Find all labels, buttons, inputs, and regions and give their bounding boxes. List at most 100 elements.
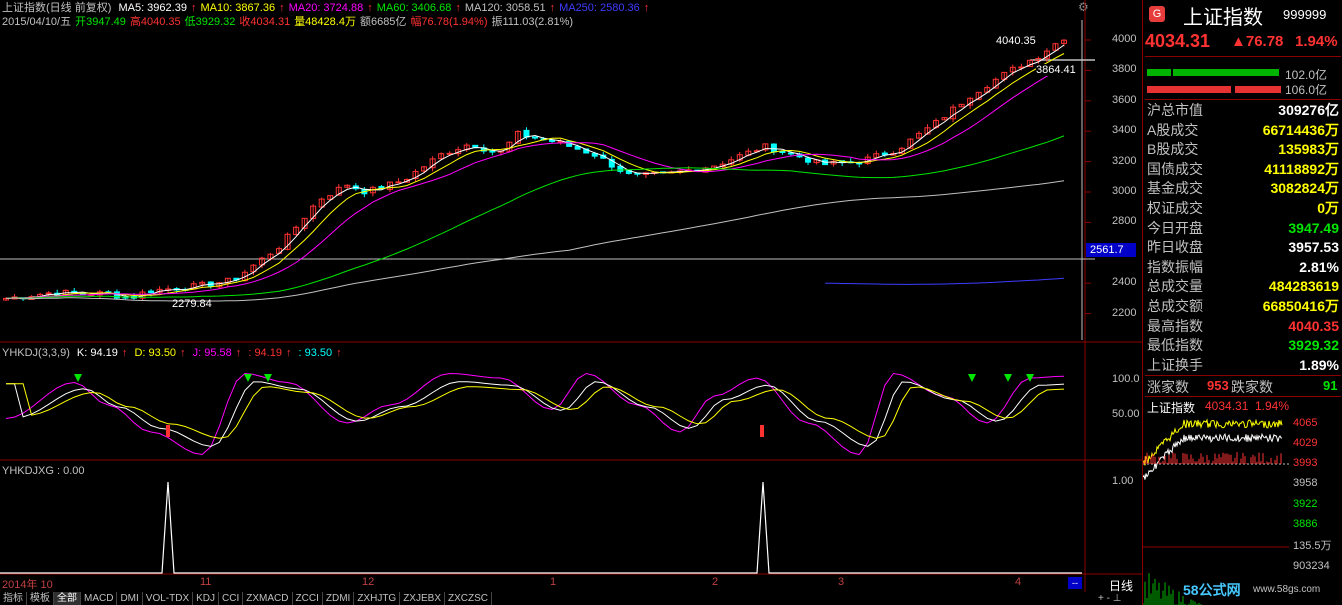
date-tick-1: 11: [200, 576, 212, 588]
tab-模板[interactable]: 模板: [27, 592, 54, 605]
mini-axis-tick: 4029: [1293, 437, 1318, 449]
scroll-end-button[interactable]: --: [1068, 577, 1082, 589]
volume-bar-red-b: [1235, 86, 1281, 93]
logo-icon: G: [1149, 6, 1165, 22]
date-tick-0: 2014年 10: [2, 579, 53, 591]
quote-row: 基金成交 3082824万: [1143, 179, 1342, 198]
quote-row-value: 3947.49: [1288, 219, 1339, 236]
bar2-value: 106.0亿: [1285, 83, 1328, 97]
volume-bar-green-b: [1173, 69, 1279, 76]
candle-body: [395, 181, 402, 184]
tab-zxczsc[interactable]: ZXCZSC: [445, 592, 492, 605]
tab-指标[interactable]: 指标: [0, 592, 27, 605]
quote-row-value: 3957.53: [1288, 239, 1339, 256]
tab-zxmacd[interactable]: ZXMACD: [243, 592, 293, 605]
sell-signal-icon: [244, 374, 252, 382]
tab-macd[interactable]: MACD: [81, 592, 118, 605]
kdj-line-0: [5, 372, 1065, 456]
ma60-line: [5, 135, 1065, 299]
mini-axis-tick: 3958: [1293, 477, 1318, 489]
quote-row: 国债成交 41118892万: [1143, 160, 1342, 179]
moving-average-lines: [5, 44, 1065, 302]
price-marker: 2561.7: [1086, 243, 1136, 257]
tab-全部[interactable]: 全部: [54, 592, 81, 605]
quote-row-label: A股成交: [1147, 121, 1199, 138]
buy-signal-icon: [166, 425, 170, 437]
tab-vol-tdx[interactable]: VOL-TDX: [143, 592, 194, 605]
date-tick-2: 12: [362, 576, 375, 588]
period-label[interactable]: 日线: [1100, 577, 1142, 593]
tab-cci[interactable]: CCI: [219, 592, 244, 605]
kdj-j: J: 95.58: [192, 347, 232, 359]
mini-axis-tick: 135.5万: [1293, 540, 1332, 552]
kdj-line-1: [6, 381, 1065, 447]
quote-row-label: 最低指数: [1147, 337, 1203, 354]
quote-row-label: 权证成交: [1147, 200, 1203, 216]
quote-code: 999999: [1283, 7, 1327, 22]
quote-row-value: 3929.32: [1288, 337, 1339, 354]
quote-row-label: 今日开盘: [1147, 219, 1203, 236]
candle-body: [805, 157, 812, 163]
kdj-axis-50: 50.00: [1112, 408, 1140, 420]
date-axis: 2014年 10 11 12 1 2 3 4: [0, 576, 1085, 591]
quote-row: 最高指数 4040.35: [1143, 317, 1342, 336]
candle-body: [770, 143, 777, 153]
mid-annotation: 3864.41: [1036, 64, 1076, 76]
quote-price: 4034.31: [1145, 31, 1211, 51]
zoom-in-icon[interactable]: +: [1098, 593, 1107, 604]
xg-axis-1: 1.00: [1112, 475, 1134, 487]
tab-dmi[interactable]: DMI: [117, 592, 143, 605]
mini-axis-tick: 903234: [1293, 560, 1330, 572]
quote-row-label: 总成交量: [1147, 278, 1203, 295]
date-tick-3: 1: [550, 576, 557, 588]
price-tick-2800: 2800: [1112, 215, 1137, 228]
tab-zcci[interactable]: ZCCI: [293, 592, 323, 605]
quote-row-value: 484283619: [1268, 278, 1339, 295]
sell-signal-icon: [74, 374, 82, 382]
down-label: 跌家数: [1231, 379, 1273, 395]
quote-row-value: 41118892万: [1264, 160, 1339, 177]
mini-axis-tick: 3886: [1293, 518, 1318, 530]
mini-intraday-chart[interactable]: [1143, 412, 1291, 605]
mini-axis-tick: 3993: [1293, 457, 1318, 469]
quote-row-label: 沪总市值: [1147, 102, 1203, 118]
mini-pct: 1.94%: [1255, 399, 1290, 413]
quote-row: 昨日收盘 3957.53: [1143, 238, 1342, 257]
watermark-logo: 58公式网: [1183, 582, 1241, 598]
quote-change: ▲76.78: [1231, 33, 1284, 50]
price-tick-2400: 2400: [1112, 276, 1137, 289]
high-annotation: 4040.35: [996, 35, 1036, 47]
low-annotation: 2279.84: [172, 298, 212, 310]
quote-row-value: 0万: [1317, 200, 1339, 216]
tab-zdmi[interactable]: ZDMI: [323, 592, 355, 605]
candle-body: [523, 129, 530, 138]
quote-row: A股成交 66714436万: [1143, 121, 1342, 140]
zoom-controls: + - ⊥: [1098, 592, 1142, 605]
quote-row: 今日开盘 3947.49: [1143, 219, 1342, 238]
quote-row: 总成交量 484283619: [1143, 277, 1342, 296]
buy-signal-icon: [760, 425, 764, 437]
sell-signal-icon: [968, 374, 976, 382]
date-tick-5: 3: [838, 576, 845, 588]
date-tick-4: 2: [712, 576, 719, 588]
quote-row: 总成交额 66850416万: [1143, 297, 1342, 316]
up-label: 涨家数: [1147, 379, 1189, 395]
date-tick-6: 4: [1015, 576, 1022, 588]
quote-row-value: 135983万: [1278, 141, 1339, 158]
quote-row-value: 66850416万: [1262, 298, 1339, 314]
tab-zxhjtg[interactable]: ZXHJTG: [354, 592, 401, 605]
price-tick-3600: 3600: [1112, 93, 1137, 106]
price-tick-4000: 4000: [1112, 33, 1137, 45]
tab-zxjebx[interactable]: ZXJEBX: [400, 592, 445, 605]
pin-icon[interactable]: ⊥: [1113, 593, 1122, 604]
quote-row-value: 1.89%: [1299, 356, 1339, 373]
kdj-v1: : 94.19: [248, 347, 282, 359]
mini-axis-tick: 3922: [1293, 498, 1318, 510]
price-tick-3200: 3200: [1112, 154, 1137, 167]
xg-signal-line: [0, 481, 1082, 574]
quote-row-value: 66714436万: [1262, 121, 1339, 138]
candlestick-series: [3, 39, 1067, 302]
tab-kdj[interactable]: KDJ: [193, 592, 220, 605]
quote-row: 最低指数 3929.32: [1143, 336, 1342, 355]
up-count: 953: [1207, 378, 1229, 393]
